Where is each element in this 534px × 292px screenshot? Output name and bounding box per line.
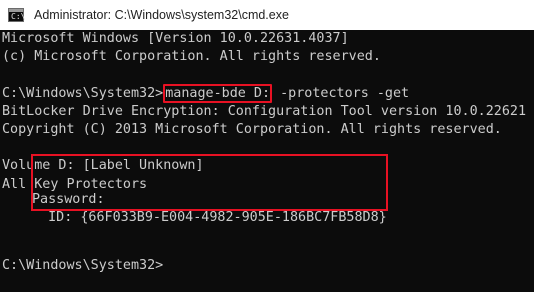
window-title: Administrator: C:\Windows\system32\cmd.e… <box>34 8 289 22</box>
password-id: ID: {66F033B9-E004-4982-905E-186BC7FB58D… <box>32 210 387 226</box>
console-line: Microsoft Windows [Version 10.0.22631.40… <box>2 31 349 46</box>
highlighted-command: manage-bde D: <box>163 83 273 103</box>
console-line: Copyright (C) 2013 Microsoft Corporation… <box>2 121 502 137</box>
title-bar[interactable]: C:\ Administrator: C:\Windows\system32\c… <box>0 0 534 30</box>
final-prompt-area[interactable]: C:\Windows\System32> <box>0 257 534 275</box>
command-line: C:\Windows\System32> manage-bde D: -prote… <box>2 83 534 103</box>
cmd-window: C:\ Administrator: C:\Windows\system32\c… <box>0 0 534 292</box>
password-protector: Password: ID: {66F033B9-E004-4982-905E-1… <box>32 191 387 227</box>
prompt: C:\Windows\System32> <box>2 85 164 101</box>
final-prompt: C:\Windows\System32> <box>2 258 164 273</box>
cmd-icon: C:\ <box>8 8 25 22</box>
console-line: BitLocker Drive Encryption: Configuratio… <box>2 103 527 119</box>
command-args: -protectors -get <box>272 85 410 101</box>
password-label: Password: <box>32 192 105 207</box>
console-line: (c) Microsoft Corporation. All rights re… <box>2 49 381 65</box>
